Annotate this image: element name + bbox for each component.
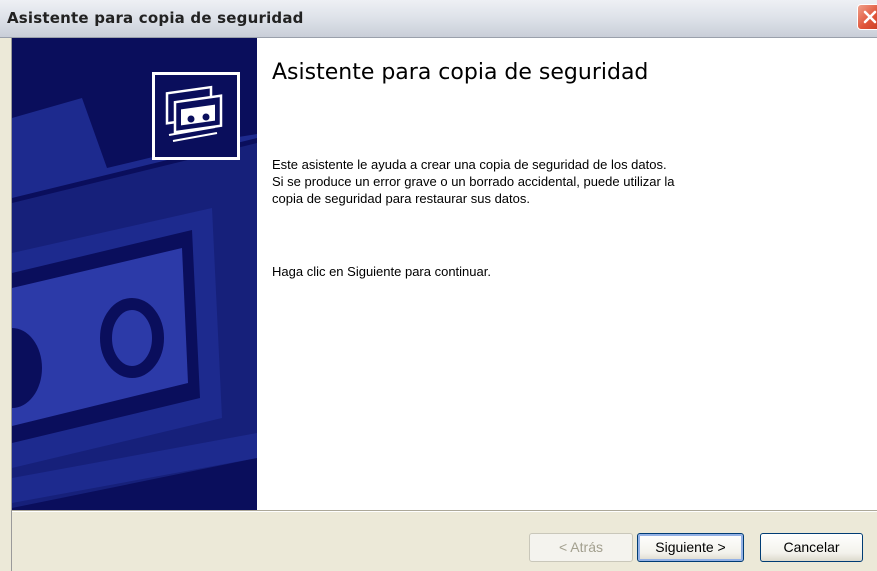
intro-line-3: copia de seguridad para restaurar sus da… [272,191,530,206]
footer-divider [12,510,877,512]
backup-tape-icon [155,85,237,161]
close-button[interactable] [857,4,877,30]
title-bar[interactable]: Asistente para copia de seguridad [0,0,877,38]
window-frame-left [0,38,12,571]
window-title: Asistente para copia de seguridad [7,9,304,27]
continue-instruction: Haga clic en Siguiente para continuar. [272,264,491,279]
intro-paragraph: Este asistente le ayuda a crear una copi… [272,156,832,207]
wizard-side-panel [12,38,257,510]
wizard-icon-frame [152,72,240,160]
back-button[interactable]: < Atrás [529,533,633,562]
intro-line-2: Si se produce un error grave o un borrad… [272,174,675,189]
page-title: Asistente para copia de seguridad [272,60,649,85]
backup-wizard-window: Asistente para copia de seguridad Asiste… [0,0,877,571]
next-button[interactable]: Siguiente > [637,533,744,562]
cancel-button[interactable]: Cancelar [760,533,863,562]
wizard-content: Asistente para copia de seguridad Este a… [257,38,877,510]
intro-line-1: Este asistente le ayuda a crear una copi… [272,157,667,172]
